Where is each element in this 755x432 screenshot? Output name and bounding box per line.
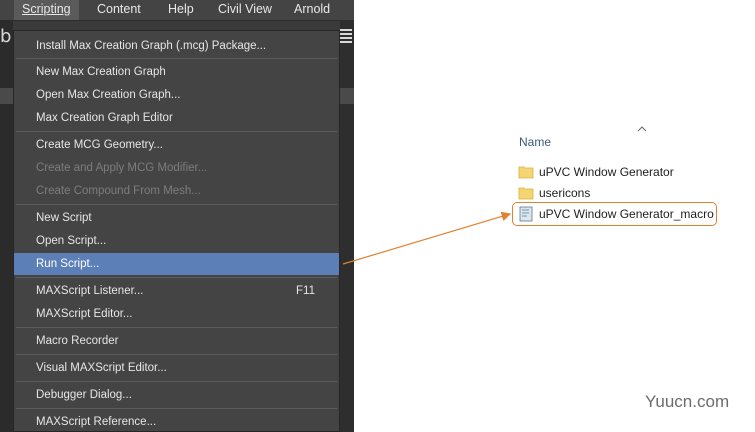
- file-name: uPVC Window Generator: [539, 165, 674, 179]
- sort-chevron-up-icon[interactable]: [637, 126, 647, 132]
- script-file-icon: [519, 206, 533, 222]
- file-name: uPVC Window Generator_macro: [539, 207, 714, 221]
- folder-icon: [518, 187, 534, 200]
- watermark: Yuucn.com: [645, 392, 730, 411]
- file-name: usericons: [539, 186, 591, 200]
- folder-icon: [518, 166, 534, 179]
- column-header-name[interactable]: Name: [519, 135, 551, 149]
